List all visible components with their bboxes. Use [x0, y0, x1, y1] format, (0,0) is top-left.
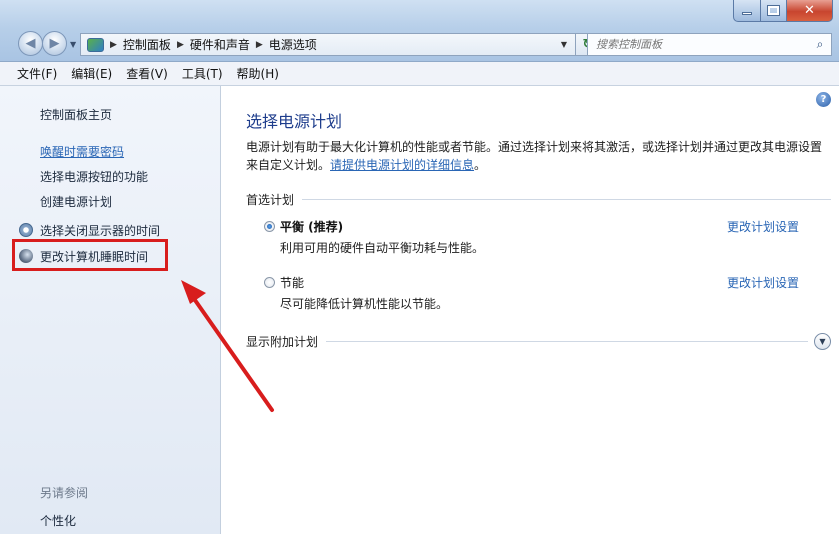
balanced-plan-radio[interactable]	[264, 221, 275, 232]
sidebar-item-display-off-time[interactable]: 选择关闭显示器的时间	[40, 222, 160, 239]
menu-tools[interactable]: 工具(T)	[175, 65, 230, 82]
minimize-icon	[742, 12, 752, 15]
menu-edit[interactable]: 编辑(E)	[64, 65, 119, 82]
forward-button[interactable]: ▶	[42, 31, 67, 56]
address-bar[interactable]: ▶ 控制面板 ▶ 硬件和声音 ▶ 电源选项 ▼	[80, 33, 576, 56]
sidebar-item-require-password[interactable]: 唤醒时需要密码	[40, 143, 124, 160]
sidebar-item-personalization[interactable]: 个性化	[40, 512, 76, 529]
recent-pages-dropdown-icon[interactable]: ▼	[70, 40, 76, 49]
breadcrumb-power-options[interactable]: 电源选项	[269, 36, 317, 53]
minimize-button[interactable]	[733, 0, 761, 22]
description-end: 。	[474, 158, 487, 172]
breadcrumb-separator-icon[interactable]: ▶	[256, 40, 263, 50]
preferred-plans-group: 首选计划	[246, 191, 831, 208]
maximize-button[interactable]	[761, 0, 787, 22]
breadcrumb-control-panel[interactable]: 控制面板	[123, 36, 171, 53]
additional-plans-label[interactable]: 显示附加计划	[246, 333, 326, 350]
balanced-plan-name[interactable]: 平衡 (推荐)	[280, 218, 343, 235]
breadcrumb-separator-icon[interactable]: ▶	[110, 40, 117, 50]
caption-buttons: ✕	[733, 0, 833, 22]
close-button[interactable]: ✕	[787, 0, 833, 22]
menu-help[interactable]: 帮助(H)	[230, 65, 286, 82]
group-divider	[326, 341, 808, 342]
power-saver-plan-name[interactable]: 节能	[280, 274, 304, 291]
back-button[interactable]: ◀	[18, 31, 43, 56]
see-also-heading: 另请参阅	[40, 486, 89, 500]
additional-plans-group: 显示附加计划 ▼	[246, 333, 831, 350]
expand-additional-plans-button[interactable]: ▼	[814, 333, 831, 350]
menu-bar: 文件(F) 编辑(E) 查看(V) 工具(T) 帮助(H)	[0, 62, 839, 86]
sidebar-item-create-plan[interactable]: 创建电源计划	[40, 193, 112, 210]
sidebar-item-power-buttons[interactable]: 选择电源按钮的功能	[40, 168, 148, 185]
search-input[interactable]	[588, 34, 809, 55]
search-box: ⌕	[587, 33, 832, 56]
close-icon: ✕	[804, 3, 815, 18]
maximize-icon	[767, 5, 780, 16]
page-title: 选择电源计划	[246, 112, 343, 131]
main-content: ? 选择电源计划 电源计划有助于最大化计算机的性能或者节能。通过选择计划来将其激…	[222, 86, 839, 534]
power-saver-plan-description: 尽可能降低计算机性能以节能。	[280, 297, 449, 311]
search-icon[interactable]: ⌕	[809, 37, 831, 52]
plan-details-link[interactable]: 请提供电源计划的详细信息	[330, 158, 474, 172]
preferred-plans-label: 首选计划	[246, 193, 295, 207]
control-panel-icon	[87, 37, 104, 52]
breadcrumb-separator-icon[interactable]: ▶	[177, 40, 184, 50]
balanced-plan-description: 利用可用的硬件自动平衡功耗与性能。	[280, 241, 485, 255]
power-saver-change-settings-link[interactable]: 更改计划设置	[727, 274, 799, 291]
menu-file[interactable]: 文件(F)	[10, 65, 64, 82]
forward-arrow-icon: ▶	[49, 36, 60, 51]
help-icon[interactable]: ?	[816, 92, 831, 107]
annotation-highlight-box	[12, 239, 168, 271]
back-arrow-icon: ◀	[25, 36, 36, 51]
title-bar: ✕ ◀ ▶ ▼ ▶ 控制面板 ▶ 硬件和声音 ▶ 电源选项 ▼ ↻ ⌕	[0, 0, 839, 62]
task-pane: 控制面板主页 唤醒时需要密码 选择电源按钮的功能 创建电源计划 选择关闭显示器的…	[0, 86, 221, 534]
page-description: 电源计划有助于最大化计算机的性能或者节能。通过选择计划来将其激活，或选择计划并通…	[246, 138, 826, 174]
navigation-row: ◀ ▶ ▼ ▶ 控制面板 ▶ 硬件和声音 ▶ 电源选项 ▼ ↻ ⌕	[0, 28, 839, 58]
power-saver-plan-radio[interactable]	[264, 277, 275, 288]
sidebar-control-panel-home[interactable]: 控制面板主页	[40, 106, 112, 123]
balanced-change-settings-link[interactable]: 更改计划设置	[727, 218, 799, 235]
breadcrumb-hardware-sound[interactable]: 硬件和声音	[190, 36, 250, 53]
display-clock-icon	[19, 223, 33, 237]
group-divider	[302, 199, 831, 200]
address-dropdown-icon[interactable]: ▼	[561, 40, 567, 49]
chevron-down-icon: ▼	[819, 337, 826, 346]
menu-view[interactable]: 查看(V)	[119, 65, 175, 82]
